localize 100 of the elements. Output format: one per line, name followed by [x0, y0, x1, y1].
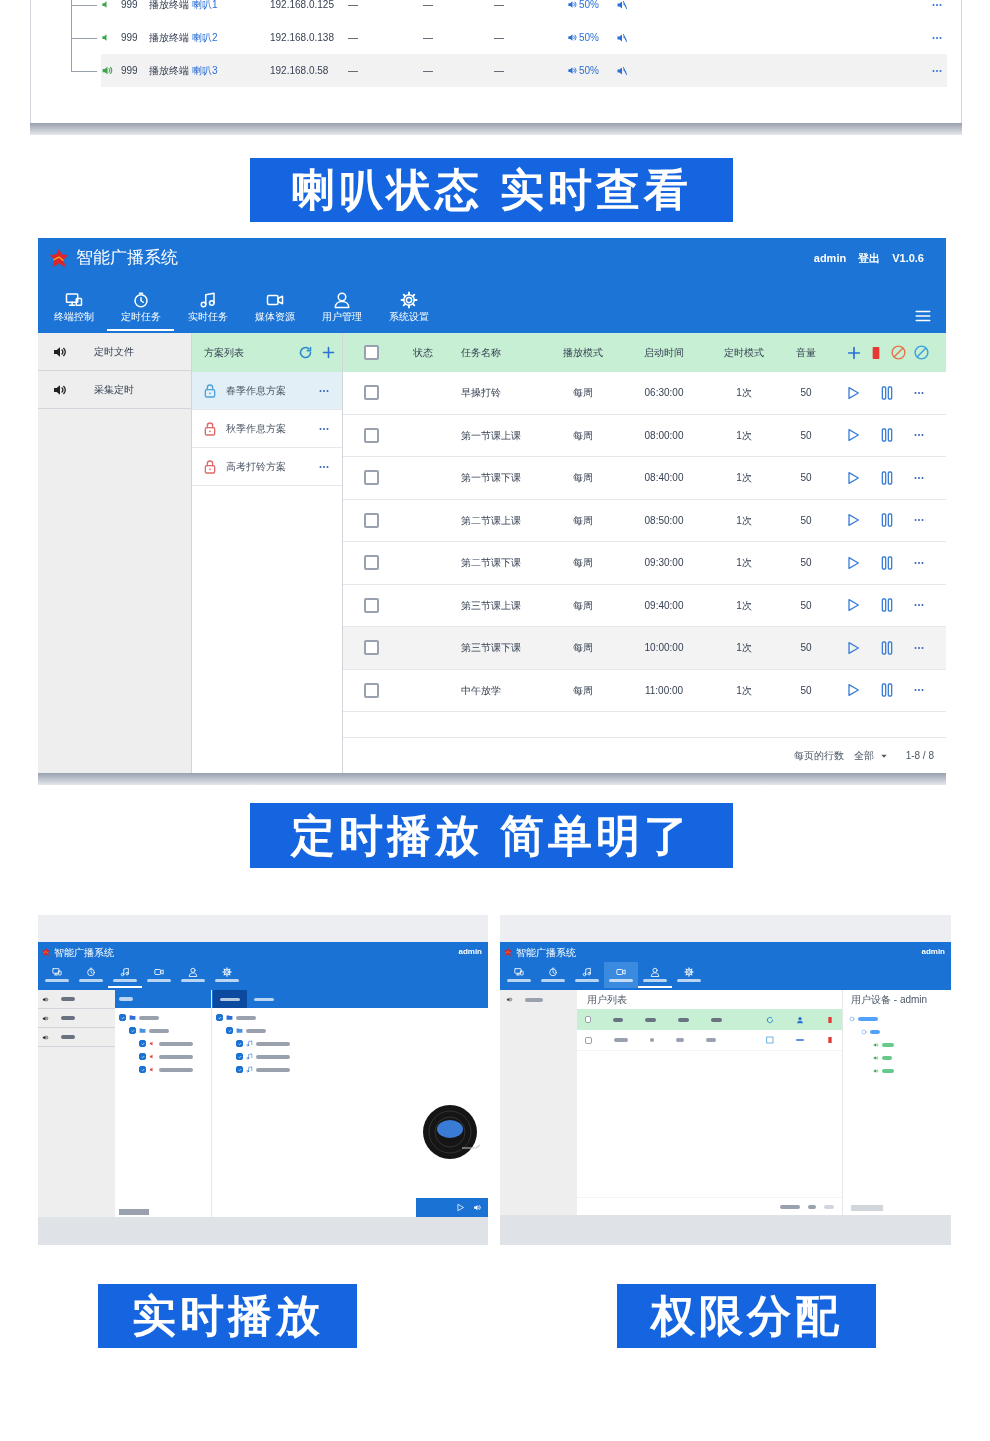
checkbox[interactable]: [216, 1014, 223, 1021]
table-cell-text: 06:30:00: [643, 386, 685, 401]
logo-icon: [48, 247, 70, 269]
caption-banner: 定时播放 简单明了: [250, 803, 733, 868]
illegible-text-drawing: [614, 1038, 628, 1042]
checkbox[interactable]: [129, 1027, 136, 1034]
speaker-row[interactable]: 999 播放终端 喇叭3 192.168.0.58 — — — 50%: [101, 54, 947, 87]
nav-tab[interactable]: 定时任务: [107, 283, 174, 331]
play-icon[interactable]: [845, 384, 861, 401]
sidebar-item[interactable]: 采集定时: [38, 371, 191, 409]
add-icon[interactable]: [321, 345, 336, 360]
table-cell-text: 50: [799, 598, 813, 613]
play-icon[interactable]: [456, 1203, 465, 1212]
checkbox[interactable]: [119, 1014, 126, 1021]
checkbox[interactable]: [363, 597, 379, 613]
pause-icon[interactable]: [879, 682, 895, 699]
edit-icon[interactable]: [766, 1036, 774, 1044]
checkbox[interactable]: [585, 1036, 592, 1044]
nav-tab[interactable]: 终端控制: [40, 283, 107, 331]
table-cell-text: 每周: [572, 683, 594, 698]
table-cell-text: 第三节课下课: [460, 641, 522, 656]
play-icon[interactable]: [845, 427, 861, 444]
illegible-text-drawing: [710, 1017, 722, 1022]
mute-icon[interactable]: [616, 31, 628, 44]
music-note-icon: [246, 1053, 253, 1060]
pause-icon[interactable]: [879, 597, 895, 614]
terminal-type: 播放终端: [149, 31, 190, 45]
checkbox[interactable]: [585, 1016, 591, 1023]
table-cell-text: 10:00:00: [643, 641, 685, 656]
volume-level: 50%: [579, 31, 599, 45]
logout-link[interactable]: 登出: [858, 249, 881, 267]
sidebar-item[interactable]: 定时文件: [38, 333, 191, 371]
checkbox[interactable]: [226, 1027, 233, 1034]
refresh-icon[interactable]: [766, 1015, 774, 1024]
pause-icon[interactable]: [879, 512, 895, 529]
checkbox[interactable]: [363, 470, 379, 486]
checkbox[interactable]: [236, 1066, 243, 1073]
user-icon: [650, 966, 660, 977]
disable-icon[interactable]: [889, 344, 907, 361]
checkbox[interactable]: [363, 555, 379, 571]
nav-tab[interactable]: [604, 962, 638, 988]
table-cell-text: 09:40:00: [643, 598, 685, 613]
table-cell-text: 50: [799, 683, 813, 698]
disable-icon[interactable]: [912, 344, 930, 361]
delete-icon[interactable]: [826, 1015, 834, 1024]
nav-tab[interactable]: 系统设置: [375, 283, 442, 331]
nav-tab[interactable]: 用户管理: [308, 283, 375, 331]
checkbox[interactable]: [236, 1040, 243, 1047]
play-icon[interactable]: [845, 554, 861, 571]
scrollbar-thumb[interactable]: [119, 1209, 149, 1215]
illegible-text-drawing: [650, 1038, 654, 1042]
scrollbar-thumb[interactable]: [851, 1205, 883, 1211]
table-row[interactable]: 第三节课下课 每周 10:00:00 1次 50: [343, 627, 946, 670]
pause-icon[interactable]: [879, 469, 895, 486]
play-icon[interactable]: [845, 597, 861, 614]
speaker-icon: [42, 1014, 49, 1022]
app-title: 智能广播系统: [54, 945, 114, 960]
pause-icon[interactable]: [879, 384, 895, 401]
checkbox[interactable]: [363, 512, 379, 528]
checkbox[interactable]: [363, 385, 379, 401]
volume-icon: [567, 65, 578, 76]
play-icon[interactable]: [845, 469, 861, 486]
pause-icon[interactable]: [879, 639, 895, 656]
checkbox[interactable]: [139, 1066, 146, 1073]
pause-icon[interactable]: [879, 554, 895, 571]
illegible-text-drawing: [119, 997, 133, 1001]
checkbox[interactable]: [236, 1053, 243, 1060]
play-icon[interactable]: [845, 682, 861, 699]
checkbox[interactable]: [363, 640, 379, 656]
checkbox[interactable]: [363, 427, 379, 443]
play-icon[interactable]: [845, 512, 861, 529]
delete-icon[interactable]: [826, 1036, 834, 1044]
checkbox[interactable]: [363, 682, 379, 698]
speaker-name-link[interactable]: 喇叭2: [192, 30, 270, 45]
nav-tab[interactable]: 实时任务: [174, 283, 241, 331]
illegible-text-drawing: [61, 997, 75, 1001]
monitor-icon: [64, 290, 83, 309]
vinyl-record-icon: [422, 1104, 482, 1162]
checkbox[interactable]: [363, 345, 379, 360]
mute-icon[interactable]: [616, 64, 628, 77]
refresh-icon[interactable]: [298, 345, 313, 360]
plan-item[interactable]: 春季作息方案: [192, 372, 342, 410]
empty-cell-text: —: [494, 64, 505, 78]
pause-icon[interactable]: [879, 427, 895, 444]
add-user-icon[interactable]: [796, 1015, 804, 1024]
table-cell-text: 08:40:00: [643, 471, 685, 486]
panel-tab[interactable]: [213, 990, 247, 1008]
checkbox[interactable]: [139, 1040, 146, 1047]
add-icon[interactable]: [845, 344, 862, 361]
play-icon[interactable]: [845, 639, 861, 656]
ip-address: 192.168.0.138: [270, 31, 335, 45]
mute-icon[interactable]: [616, 0, 628, 11]
table-cell-text: 第二节课下课: [460, 556, 522, 571]
checkbox[interactable]: [139, 1053, 146, 1060]
nav-tab[interactable]: 媒体资源: [241, 283, 308, 331]
terminal-type: 播放终端: [149, 64, 190, 78]
speaker-name-link[interactable]: 喇叭3: [192, 63, 270, 78]
rows-per-page-select[interactable]: 全部: [853, 748, 888, 763]
speaker-name-link[interactable]: 喇叭1: [192, 0, 270, 12]
caption-banner: 权限分配: [617, 1284, 876, 1348]
